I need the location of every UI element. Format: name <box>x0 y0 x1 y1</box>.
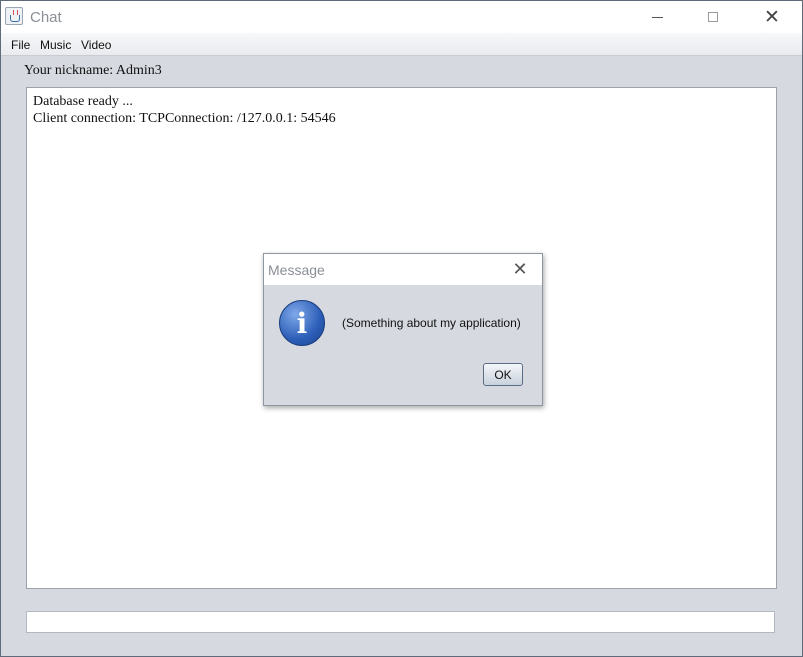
dialog-title: Message <box>268 262 325 278</box>
dialog-close-icon[interactable]: ✕ <box>510 259 530 279</box>
message-dialog: Message ✕ i (Something about my applicat… <box>263 253 543 406</box>
dialog-titlebar[interactable]: Message ✕ <box>264 254 542 285</box>
minimize-button[interactable] <box>634 1 680 33</box>
minimize-icon <box>651 16 663 18</box>
maximize-icon <box>708 12 718 22</box>
log-line: Database ready ... <box>33 94 133 109</box>
java-cup-icon <box>5 7 23 25</box>
info-icon: i <box>279 300 325 346</box>
menu-file[interactable]: File <box>11 38 30 52</box>
maximize-button[interactable] <box>690 1 736 33</box>
log-line: Client connection: TCPConnection: /127.0… <box>33 111 336 126</box>
dialog-message: (Something about my application) <box>342 316 521 330</box>
close-button[interactable]: ✕ <box>749 1 795 33</box>
message-input[interactable] <box>26 611 775 633</box>
window-title: Chat <box>30 9 62 26</box>
chat-window: Chat ✕ File Music Video Your nickname: A… <box>0 0 803 657</box>
ok-button[interactable]: OK <box>483 363 523 386</box>
menu-music[interactable]: Music <box>40 38 71 52</box>
menu-video[interactable]: Video <box>81 38 111 52</box>
window-titlebar[interactable]: Chat ✕ <box>1 1 802 33</box>
menu-bar: File Music Video <box>1 33 802 56</box>
nickname-label: Your nickname: Admin3 <box>24 63 162 78</box>
close-icon: ✕ <box>764 6 780 28</box>
